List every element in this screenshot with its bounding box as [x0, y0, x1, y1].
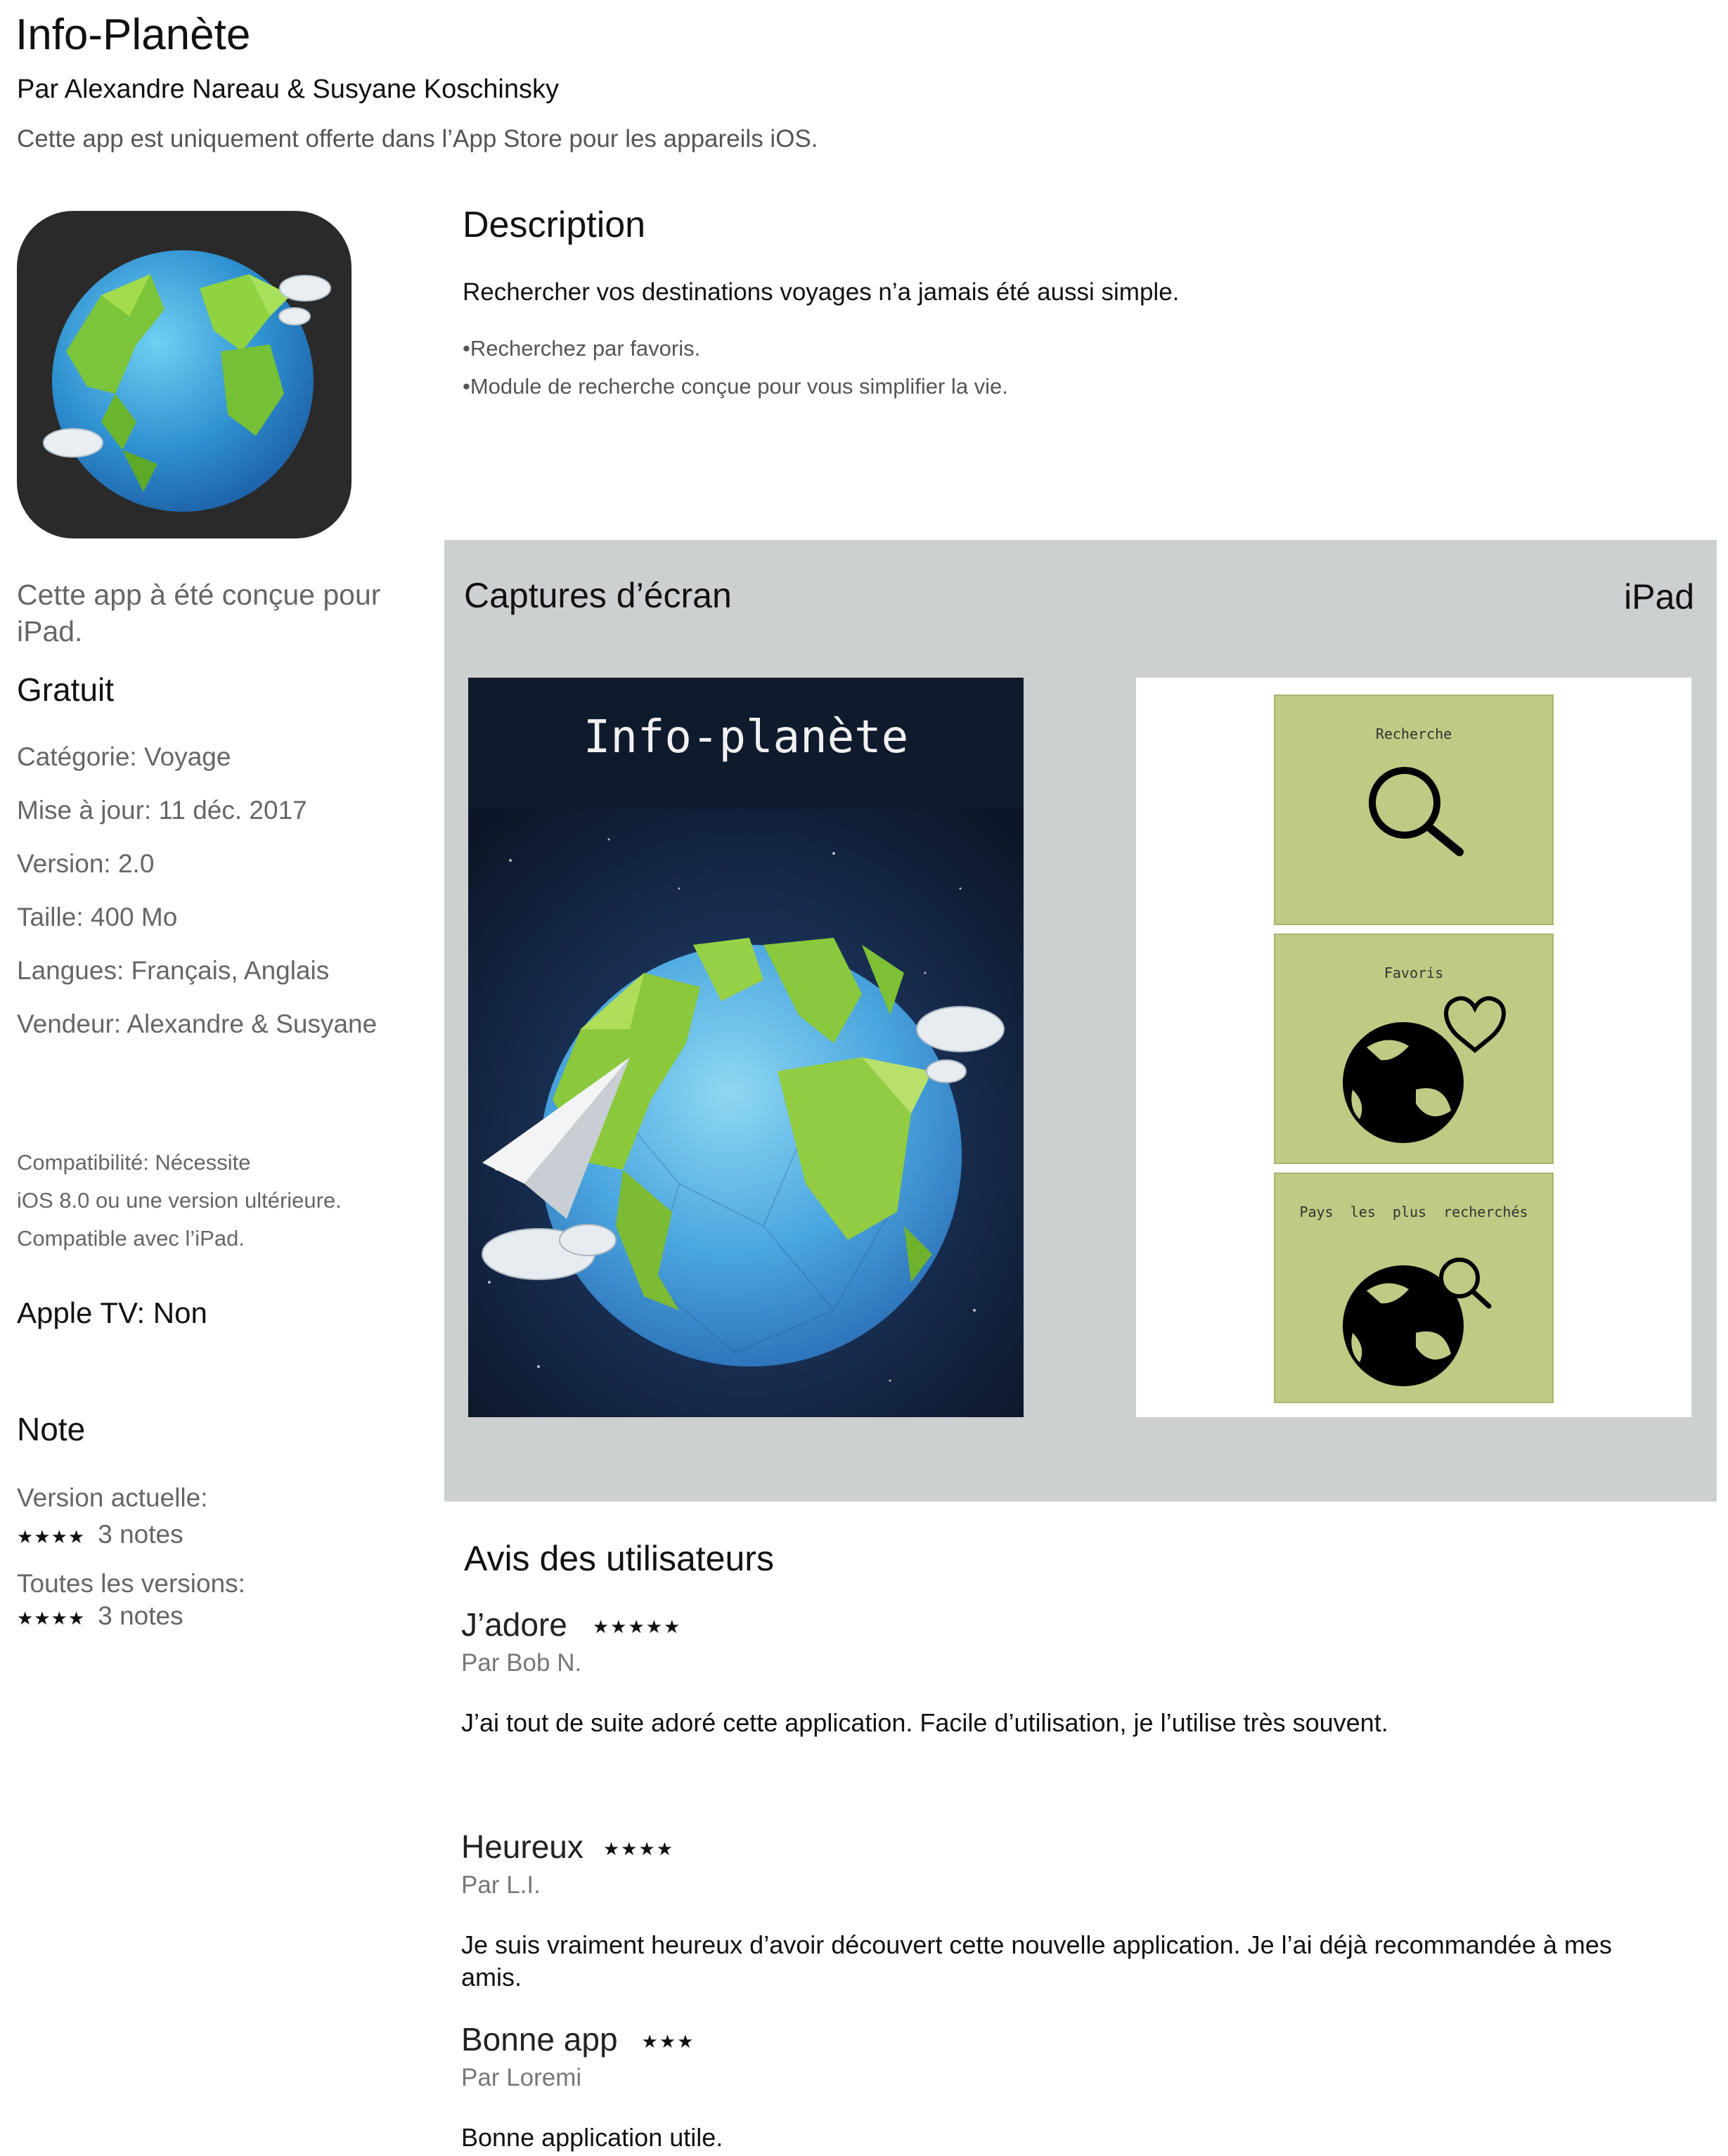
current-version-label: Version actuelle:: [17, 1483, 208, 1512]
update-date: Mise à jour: 11 déc. 2017: [17, 796, 307, 825]
version: Version: 2.0: [17, 849, 155, 878]
reviews-title: Avis des utilisateurs: [464, 1539, 774, 1578]
globe-icon: [43, 250, 331, 512]
star-rating-icon: ★★★★★: [592, 1616, 682, 1638]
review-body: J’ai tout de suite adoré cette applicati…: [461, 1708, 1388, 1737]
apple-tv-support: Apple TV: Non: [17, 1296, 207, 1329]
size: Taille: 400 Mo: [17, 903, 178, 931]
app-icon: [17, 211, 352, 538]
screenshots-title: Captures d’écran: [464, 576, 732, 615]
current-version-rating: ★★★★ 3 notes: [17, 1520, 183, 1549]
review-author: Par Loremi: [461, 2064, 582, 2091]
screenshot-1[interactable]: Info-planète: [468, 678, 1024, 1417]
description-lead: Rechercher vos destinations voyages n’a …: [463, 278, 1180, 306]
heart-icon: [1444, 996, 1506, 1053]
search-tile: Recherche: [1274, 695, 1554, 925]
search-icon: [1369, 767, 1464, 856]
rating-count: 3 notes: [98, 1520, 183, 1549]
globe-search-illustration: [1343, 1258, 1492, 1386]
review-title-text: Bonne app: [461, 2021, 618, 2058]
compatibility-line: Compatible avec l’iPad.: [17, 1226, 245, 1251]
star-rating-icon: ★★★★: [17, 1608, 86, 1629]
device-toggle-ipad[interactable]: iPad: [1624, 576, 1694, 617]
review-body: Bonne application utile.: [461, 2123, 723, 2152]
availability-note: Cette app est uniquement offerte dans l’…: [17, 125, 818, 153]
review-title: J’adore ★★★★★: [461, 1606, 681, 1644]
review-title-text: J’adore: [461, 1606, 567, 1643]
review-body: Je suis vraiment heureux d’avoir découve…: [461, 1930, 1612, 1992]
rating-section-title: Note: [17, 1411, 86, 1447]
heart-globe-illustration: [1343, 996, 1506, 1143]
all-versions-label: Toutes les versions:: [17, 1569, 245, 1598]
review-title-text: Heureux: [461, 1828, 583, 1865]
screenshot-app-title: Info-planète: [583, 711, 909, 763]
review-author: Par Bob N.: [461, 1649, 582, 1677]
description-title: Description: [463, 205, 646, 245]
review-title: Heureux ★★★★: [461, 1828, 674, 1866]
description-bullet: •Recherchez par favoris.: [463, 336, 701, 361]
category[interactable]: Catégorie: Voyage: [17, 742, 231, 772]
compatibility-line: Compatibilité: Nécessite: [17, 1150, 251, 1175]
languages: Langues: Français, Anglais: [17, 956, 330, 985]
rating-count: 3 notes: [98, 1601, 183, 1630]
description-bullet: •Module de recherche conçue pour vous si…: [463, 374, 1008, 399]
app-title: Info-Planète: [15, 11, 251, 59]
star-rating-icon: ★★★★: [17, 1526, 86, 1547]
vendor[interactable]: Vendeur: Alexandre & Susyane: [17, 1009, 377, 1039]
globe-icon: [1343, 1022, 1464, 1143]
compatibility-line: iOS 8.0 ou une version ultérieure.: [17, 1188, 342, 1213]
top-countries-tile: Pays les plus recherchés: [1274, 1173, 1554, 1403]
price[interactable]: Gratuit: [17, 671, 114, 709]
star-rating-icon: ★★★★: [602, 1838, 675, 1860]
review-title: Bonne app ★★★: [461, 2020, 695, 2058]
review-author: Par L.I.: [461, 1871, 541, 1899]
app-authors[interactable]: Par Alexandre Nareau & Susyane Koschinsk…: [17, 75, 559, 105]
all-versions-rating: ★★★★ 3 notes: [17, 1601, 183, 1631]
designed-for-note: Cette app à été conçue pour iPad.: [17, 579, 381, 647]
star-rating-icon: ★★★: [641, 2031, 695, 2053]
favorites-tile: Favoris: [1274, 934, 1554, 1164]
screenshot-2[interactable]: Recherche Favoris Pays les plus recherch…: [1136, 678, 1691, 1417]
